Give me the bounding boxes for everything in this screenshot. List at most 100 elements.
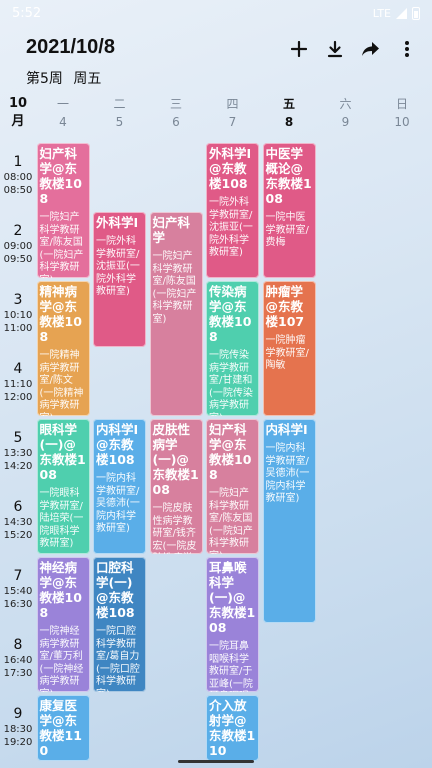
course-teacher: 一院口腔科学教研室/葛自力(一院口腔科学教研室) [96, 626, 140, 692]
course-teacher: 一院内科学教研室/吴德沛(一院内科学教研室) [265, 443, 310, 504]
course-name: 介入放射学@东教楼110 [209, 698, 256, 758]
slot-end: 14:20 [3, 461, 33, 472]
time-slot: 8 16:40 17:30 [0, 636, 36, 680]
course-card[interactable]: 耳鼻喉科学(一)@东教楼108 一院耳鼻咽喉科学教研室/于亚峰(一院耳鼻咽喉科学教… [206, 557, 259, 692]
course-card[interactable]: 外科学I 一院外科学教研室/沈振亚(一院外科学教研室) [93, 212, 146, 347]
course-name: 外科学I@东教楼108 [209, 146, 252, 191]
status-bar: 5:52 LTE [0, 0, 432, 26]
course-name: 耳鼻喉科学(一)@东教楼108 [209, 560, 256, 635]
day-date: 6 [172, 115, 180, 129]
course-card[interactable]: 肿瘤学@东教楼107 一院肿瘤学教研室/陶敏 [262, 281, 316, 416]
slot-start: 09:00 [3, 241, 33, 252]
course-card[interactable]: 内科学I@东教楼108 一院内科学教研室/吴德沛(一院内科学教研室) [93, 419, 146, 554]
course-card[interactable]: 介入放射学@东教楼110一院介入放射学教研室 [206, 695, 259, 761]
day-header-4[interactable]: 五8 [261, 95, 317, 131]
course-card[interactable]: 康复医学@东教楼110一院康复医学教研室 [36, 695, 90, 761]
course-name: 内科学I@东教楼108 [96, 422, 139, 467]
day-date: 9 [341, 115, 350, 129]
slot-start: 10:10 [3, 310, 33, 321]
course-card[interactable]: 妇产科学@东教楼108 一院妇产科学教研室/陈友国(一院妇产科学教研室) [36, 143, 90, 278]
time-slot: 5 13:30 14:20 [0, 429, 36, 473]
course-card[interactable]: 眼科学(一)@东教楼108 一院眼科学教研室/陆培荣(一院眼科学教研室) [36, 419, 90, 554]
slot-n: 2 [13, 223, 23, 239]
slot-end: 11:00 [3, 323, 33, 334]
course-teacher: 一院中医学教研室/费梅 [265, 212, 309, 248]
course-card[interactable]: 口腔科学(一)@东教楼108 一院口腔科学教研室/葛自力(一院口腔科学教研室) [93, 557, 146, 692]
course-name: 口腔科学(一)@东教楼108 [96, 560, 135, 620]
course-name: 传染病学@东教楼108 [209, 284, 252, 344]
more-options-button[interactable] [396, 36, 418, 62]
day-header-0[interactable]: 一4 [35, 95, 91, 131]
slot-end: 08:50 [3, 185, 33, 196]
course-name: 皮肤性病学(一)@东教楼108 [152, 422, 199, 497]
toolbar [288, 36, 418, 62]
course-teacher: 一院妇产科学教研室/陈友国(一院妇产科学教研室) [152, 251, 197, 325]
course-card[interactable]: 内科学I 一院内科学教研室/吴德沛(一院内科学教研室) [262, 419, 316, 623]
day-header-6[interactable]: 日 10 [374, 95, 430, 131]
slot-end: 17:30 [3, 668, 33, 679]
course-teacher: 一院传染病学教研室/甘建和(一院传染病学教研室) [209, 350, 253, 416]
add-course-button[interactable] [288, 36, 310, 62]
slot-start: 18:30 [3, 724, 33, 735]
course-teacher: 一院皮肤性病学教研室/钱齐宏(一院皮肤性病学教研室) [152, 503, 197, 554]
course-name: 中医学概论@东教楼108 [265, 146, 312, 206]
slot-n: 7 [13, 568, 23, 584]
slot-end: 09:50 [3, 254, 33, 265]
slot-start: 15:40 [3, 586, 33, 597]
course-teacher: 一院内科学教研室/吴德沛(一院内科学教研室) [96, 473, 140, 534]
course-card[interactable]: 中医学概论@东教楼108 一院中医学教研室/费梅 [262, 143, 316, 278]
day-header-1[interactable]: 二5 [92, 95, 148, 131]
share-button[interactable] [360, 36, 382, 62]
day-header-5[interactable]: 六9 [318, 95, 374, 131]
day-date: 10 [394, 115, 410, 129]
slot-start: 11:10 [3, 379, 33, 390]
slot-n: 5 [13, 430, 23, 446]
weekday-label: 周五 [73, 71, 102, 87]
slot-end: 12:00 [3, 392, 33, 403]
slot-start: 13:30 [3, 448, 33, 459]
course-teacher: 一院外科学教研室/沈振亚(一院外科学教研室) [96, 236, 140, 297]
slot-end: 19:20 [3, 737, 33, 748]
day-date: 4 [59, 115, 67, 129]
time-slot: 9 18:30 19:20 [0, 705, 36, 749]
course-card[interactable]: 妇产科学 一院妇产科学教研室/陈友国(一院妇产科学教研室) [149, 212, 203, 416]
course-card[interactable]: 外科学I@东教楼108 一院外科学教研室/沈振亚(一院外科学教研室) [206, 143, 259, 278]
more-vertical-icon [405, 41, 409, 57]
course-name: 妇产科学@东教楼108 [39, 146, 82, 206]
slot-n: 8 [13, 637, 23, 653]
course-name: 妇产科学@东教楼108 [209, 422, 252, 482]
day-header-3[interactable]: 四7 [205, 95, 261, 131]
course-name: 神经病学@东教楼108 [39, 560, 82, 620]
month-unit: 月 [11, 114, 25, 129]
course-teacher: 一院肿瘤学教研室/陶敏 [265, 335, 309, 371]
course-teacher: 一院妇产科学教研室/陈友国(一院妇产科学教研室) [209, 488, 253, 554]
day-name: 三 [169, 97, 182, 111]
course-teacher: 一院精神病学教研室/陈文(一院精神病学教研室) [39, 350, 84, 416]
day-header-2[interactable]: 三6 [148, 95, 204, 131]
share-arrow-icon [362, 42, 379, 56]
day-name: 二 [113, 97, 126, 111]
course-name: 内科学I [265, 422, 308, 437]
slot-start: 08:00 [3, 172, 33, 183]
course-card[interactable]: 妇产科学@东教楼108 一院妇产科学教研室/陈友国(一院妇产科学教研室) [206, 419, 259, 554]
course-card[interactable]: 皮肤性病学(一)@东教楼108 一院皮肤性病学教研室/钱齐宏(一院皮肤性病学教研室… [149, 419, 203, 554]
import-button[interactable] [324, 36, 346, 62]
course-card[interactable]: 精神病学@东教楼108 一院精神病学教研室/陈文(一院精神病学教研室) [36, 281, 90, 416]
network-type: LTE [372, 6, 391, 20]
month-number: 10 [8, 96, 28, 111]
time-slot: 2 09:00 09:50 [0, 222, 36, 266]
course-teacher: 一院神经病学教研室/董万利(一院神经病学教研室) [39, 626, 84, 692]
slot-n: 6 [13, 499, 23, 515]
course-card[interactable]: 神经病学@东教楼108 一院神经病学教研室/董万利(一院神经病学教研室) [36, 557, 90, 692]
battery-icon [412, 6, 420, 20]
gesture-nav-bar[interactable] [178, 760, 254, 763]
course-card[interactable]: 传染病学@东教楼108 一院传染病学教研室/甘建和(一院传染病学教研室) [206, 281, 259, 416]
day-name: 日 [395, 97, 408, 111]
download-icon [327, 40, 343, 58]
course-name: 康复医学@东教楼110 [39, 698, 82, 758]
time-slot: 4 11:10 12:00 [0, 360, 36, 404]
slot-n: 4 [13, 361, 23, 377]
course-name: 肿瘤学@东教楼107 [265, 284, 305, 329]
day-name: 四 [226, 97, 239, 111]
slot-start: 14:30 [3, 517, 33, 528]
